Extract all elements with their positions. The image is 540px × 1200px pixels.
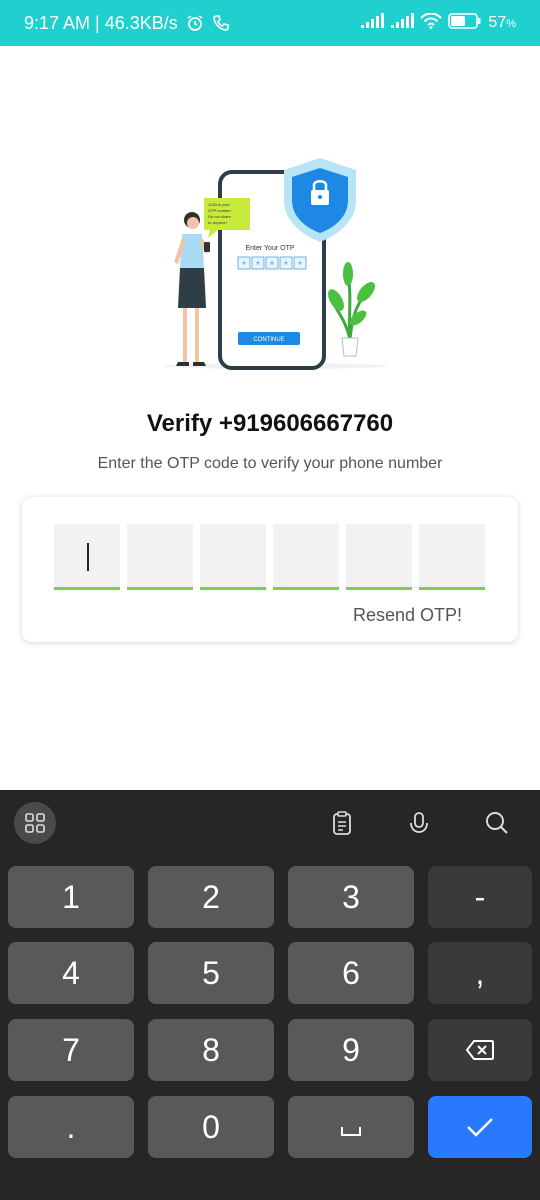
status-right: 57%	[360, 12, 516, 34]
otp-digit-input[interactable]	[200, 524, 266, 590]
microphone-icon[interactable]	[402, 806, 436, 840]
key-1[interactable]: 1	[8, 866, 134, 928]
key-4[interactable]: 4	[8, 942, 134, 1004]
status-left: 9:17 AM | 46.3KB/s	[24, 13, 230, 34]
key-minus[interactable]: -	[428, 866, 532, 928]
key-0[interactable]: 0	[148, 1096, 274, 1158]
svg-text:Do not share: Do not share	[208, 214, 232, 219]
battery-level: 57%	[488, 14, 516, 31]
alarm-icon	[186, 14, 204, 32]
backspace-icon	[465, 1032, 495, 1069]
verification-illustration: Enter Your OTP * * * * * CONTINUE 1234 is yo…	[160, 150, 390, 375]
svg-text:*: *	[298, 260, 302, 271]
status-time: 9:17 AM | 46.3KB/s	[24, 12, 178, 33]
clipboard-icon[interactable]	[325, 806, 359, 840]
keyboard-toolbar	[0, 790, 540, 856]
otp-digit-input[interactable]	[273, 524, 339, 590]
key-8[interactable]: 8	[148, 1019, 274, 1081]
check-icon	[465, 1109, 495, 1146]
call-icon	[212, 14, 230, 32]
numeric-keyboard: 1 2 3 - 4 5 6 , 7 8 9 . 0	[0, 790, 540, 1200]
illus-screen-label: Enter Your OTP	[245, 245, 294, 252]
key-period[interactable]: .	[8, 1096, 134, 1158]
key-2[interactable]: 2	[148, 866, 274, 928]
svg-text:*: *	[284, 260, 288, 271]
key-7[interactable]: 7	[8, 1019, 134, 1081]
text-caret	[87, 543, 89, 571]
svg-text:1234 is your: 1234 is your	[208, 202, 230, 207]
backspace-key[interactable]	[428, 1019, 532, 1081]
wifi-icon	[420, 12, 443, 34]
space-key[interactable]	[288, 1096, 414, 1158]
signal-icon	[390, 12, 415, 34]
otp-digit-input[interactable]	[419, 524, 485, 590]
svg-text:*: *	[270, 260, 274, 271]
illus-continue-label: CONTINUE	[253, 337, 284, 343]
page-title: Verify +919606667760	[146, 410, 394, 437]
resend-otp-link[interactable]: Resend OTP!	[353, 605, 462, 626]
svg-text:*: *	[256, 260, 260, 271]
key-9[interactable]: 9	[288, 1019, 414, 1081]
apps-grid-icon[interactable]	[14, 802, 56, 844]
key-comma[interactable]: ,	[428, 942, 532, 1004]
otp-card: Resend OTP!	[22, 497, 518, 642]
status-bar: 9:17 AM | 46.3KB/s 57%	[0, 0, 540, 46]
otp-input-row	[54, 524, 485, 590]
svg-text:OTP number.: OTP number.	[208, 208, 232, 213]
search-icon[interactable]	[480, 806, 514, 840]
page-subtitle: Enter the OTP code to verify your phone …	[97, 455, 443, 472]
svg-text:to anyone!: to anyone!	[208, 220, 227, 225]
signal-icon	[360, 12, 385, 34]
svg-text:*: *	[242, 260, 246, 271]
key-3[interactable]: 3	[288, 866, 414, 928]
otp-digit-input[interactable]	[346, 524, 412, 590]
space-icon	[339, 1109, 363, 1146]
otp-digit-input[interactable]	[127, 524, 193, 590]
battery-icon	[448, 12, 482, 34]
key-6[interactable]: 6	[288, 942, 414, 1004]
enter-key[interactable]	[428, 1096, 532, 1158]
key-5[interactable]: 5	[148, 942, 274, 1004]
